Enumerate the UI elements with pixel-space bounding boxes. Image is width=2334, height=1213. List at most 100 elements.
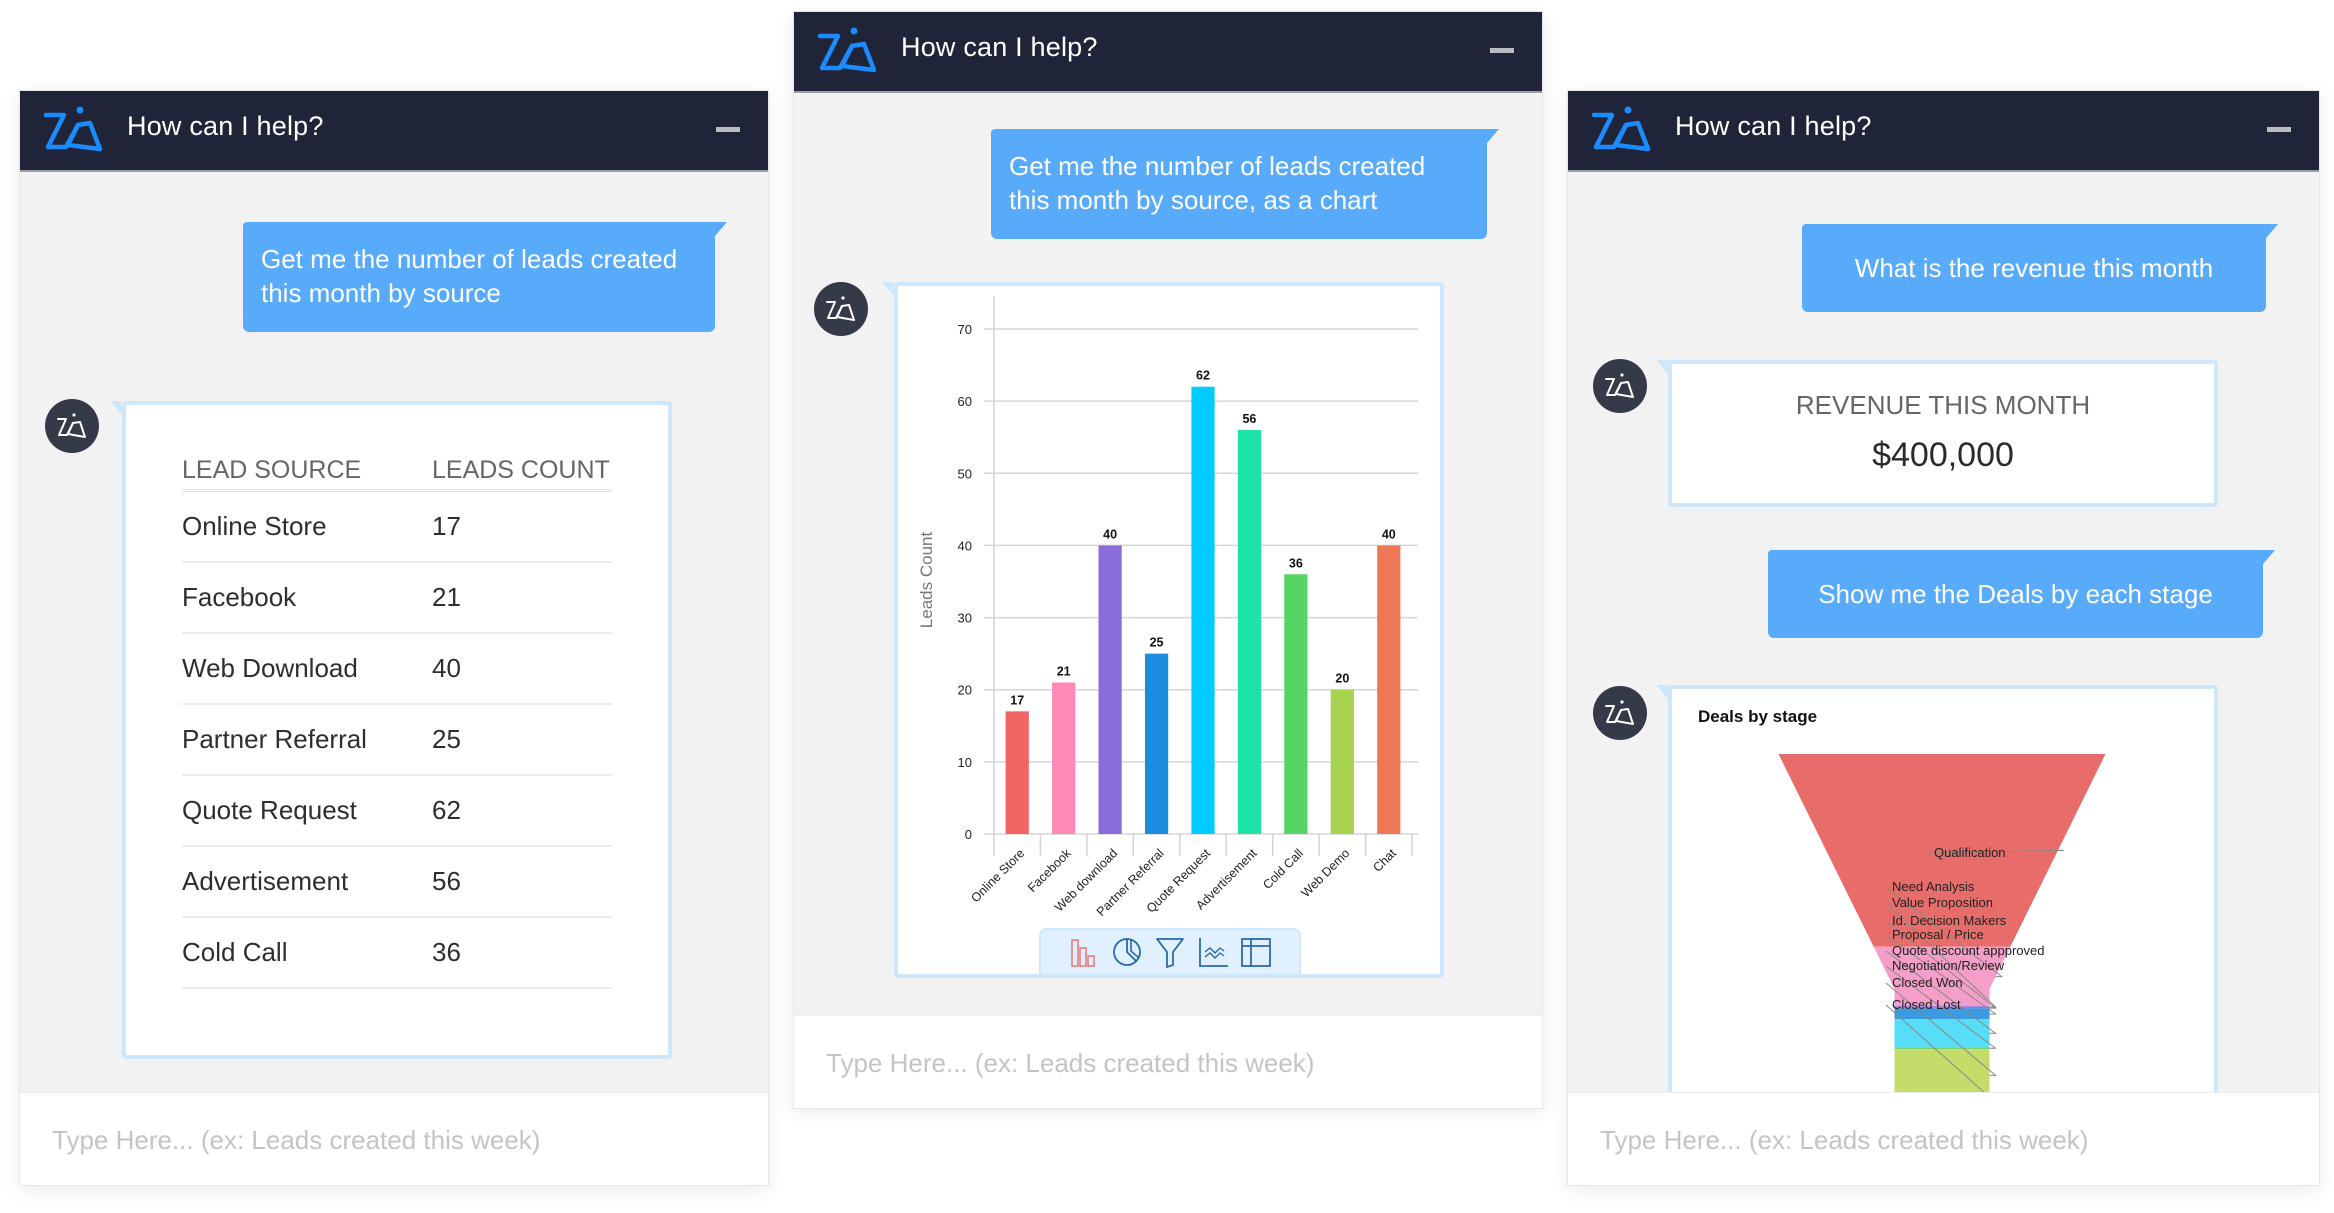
revenue-label: REVENUE THIS MONTH bbox=[1795, 390, 2091, 420]
chat-input-bar bbox=[794, 1015, 1542, 1108]
bar-chart-icon[interactable] bbox=[1068, 936, 1100, 968]
bar-value-label: 17 bbox=[1010, 693, 1024, 707]
y-tick-label: 30 bbox=[958, 611, 972, 626]
funnel-stage-label: Quote discount appproved bbox=[1892, 943, 2045, 958]
bar-value-label: 36 bbox=[1289, 556, 1303, 570]
lead-source-cell: Facebook bbox=[182, 582, 297, 612]
y-tick-label: 0 bbox=[965, 827, 972, 842]
table-row: Cold Call 36 bbox=[182, 918, 612, 989]
minimize-icon[interactable] bbox=[1490, 48, 1514, 53]
table-row: Quote Request 62 bbox=[182, 776, 612, 847]
response-table-card: LEAD SOURCE LEADS COUNT Online Store 17 Fa… bbox=[110, 401, 672, 1059]
table-row: Facebook 21 bbox=[182, 563, 612, 634]
deals-funnel-card: Deals by stage Qualification Need Analysi… bbox=[1656, 685, 2218, 1105]
y-tick-label: 50 bbox=[958, 466, 972, 481]
bar bbox=[1237, 430, 1262, 834]
revenue-value: $400,000 bbox=[1872, 436, 2014, 474]
bar-value-label: 56 bbox=[1242, 412, 1256, 426]
funnel-stage-label: Need Analysis bbox=[1892, 879, 1975, 894]
chat-header: How can I help? bbox=[794, 12, 1542, 93]
chat-input[interactable] bbox=[50, 1119, 690, 1161]
zia-logo-icon bbox=[817, 27, 877, 73]
lead-source-cell: Partner Referral bbox=[182, 724, 367, 754]
leads-count-cell: 36 bbox=[432, 937, 461, 967]
lead-source-cell: Quote Request bbox=[182, 795, 357, 825]
zia-logo-icon bbox=[43, 106, 103, 152]
chat-input-bar bbox=[20, 1092, 768, 1185]
y-tick-label: 70 bbox=[958, 322, 972, 337]
table-row: Web Download 40 bbox=[182, 634, 612, 705]
chat-input-bar bbox=[1568, 1092, 2319, 1185]
bar bbox=[1052, 682, 1076, 834]
leads-count-cell: 17 bbox=[432, 511, 461, 541]
x-tick-label: Online Store bbox=[968, 846, 1027, 905]
user-message: Get me the number of leads created this … bbox=[243, 222, 727, 332]
pie-chart-icon[interactable] bbox=[1111, 936, 1143, 968]
x-tick-label: Web Demo bbox=[1299, 846, 1353, 900]
chat-header: How can I help? bbox=[1568, 91, 2319, 172]
chat-input[interactable] bbox=[1598, 1119, 2241, 1161]
y-tick-label: 20 bbox=[958, 683, 972, 698]
zia-logo-icon bbox=[1605, 373, 1634, 398]
chat-title: How can I help? bbox=[901, 32, 1098, 62]
x-tick-label: Chat bbox=[1370, 846, 1399, 875]
zia-logo-icon bbox=[1591, 106, 1651, 152]
funnel-stage-label: Qualification bbox=[1934, 845, 2006, 860]
zia-logo-icon bbox=[826, 296, 855, 321]
bar-value-label: 21 bbox=[1057, 665, 1071, 679]
funnel-segment bbox=[1894, 1047, 1990, 1050]
bar bbox=[1144, 653, 1169, 834]
x-tick-label: Facebook bbox=[1025, 846, 1074, 895]
table-row: Online Store 17 bbox=[182, 492, 612, 563]
funnel-icon[interactable] bbox=[1154, 936, 1186, 968]
column-header: LEADS COUNT bbox=[432, 456, 610, 484]
chart-card: 0 10 20 30 40 50 60 70 Leads Count 17 Online Store… bbox=[882, 282, 1444, 978]
minimize-icon[interactable] bbox=[2267, 127, 2291, 132]
chat-input[interactable] bbox=[824, 1042, 1464, 1084]
y-tick-label: 10 bbox=[958, 755, 972, 770]
table-header: LEAD SOURCE LEADS COUNT bbox=[182, 435, 612, 492]
funnel-stage-label: Id. Decision Makers bbox=[1892, 913, 2007, 928]
zia-logo-icon bbox=[57, 413, 86, 438]
bar bbox=[1284, 574, 1308, 834]
zia-avatar bbox=[45, 399, 99, 453]
bar-value-label: 40 bbox=[1103, 527, 1117, 541]
bar-value-label: 40 bbox=[1382, 527, 1396, 541]
chat-title: How can I help? bbox=[1675, 111, 1872, 141]
chat-title: How can I help? bbox=[127, 111, 324, 141]
leads-count-cell: 62 bbox=[432, 795, 461, 825]
table-row: Partner Referral 25 bbox=[182, 705, 612, 776]
funnel-stage-label: Negotiation/Review bbox=[1892, 958, 2005, 973]
chat-panel-chart: How can I help? Get me the number of lea… bbox=[793, 11, 1543, 1109]
funnel-stage-label: Closed Won bbox=[1892, 975, 1963, 990]
leads-count-cell: 21 bbox=[432, 582, 461, 612]
chat-panel-table: How can I help? Get me the number of lea… bbox=[19, 90, 769, 1186]
lead-source-cell: Advertisement bbox=[182, 866, 349, 896]
table-row: Advertisement 56 bbox=[182, 847, 612, 918]
zia-logo-icon bbox=[1605, 700, 1634, 725]
table-icon[interactable] bbox=[1240, 936, 1272, 968]
zia-avatar bbox=[1593, 359, 1647, 413]
minimize-icon[interactable] bbox=[716, 127, 740, 132]
bar bbox=[1191, 386, 1215, 834]
bar-value-label: 62 bbox=[1196, 369, 1210, 383]
chat-header: How can I help? bbox=[20, 91, 768, 172]
lead-source-cell: Cold Call bbox=[182, 937, 288, 967]
line-chart-icon[interactable] bbox=[1197, 936, 1229, 968]
zia-avatar bbox=[814, 282, 868, 336]
deals-funnel-chart: Qualification Need AnalysisValue Proposit… bbox=[1778, 754, 2106, 1104]
user-message: Show me the Deals by each stage bbox=[1768, 550, 2275, 638]
user-message: What is the revenue this month bbox=[1802, 224, 2278, 312]
chart-type-toolbar bbox=[1039, 928, 1301, 974]
bar-value-label: 25 bbox=[1150, 636, 1164, 650]
user-message: Get me the number of leads created this … bbox=[991, 129, 1499, 239]
leads-bar-chart: 0 10 20 30 40 50 60 70 Leads Count 17 Online Store… bbox=[917, 296, 1418, 919]
zia-avatar bbox=[1593, 686, 1647, 740]
leads-count-cell: 56 bbox=[432, 866, 461, 896]
y-tick-label: 60 bbox=[958, 394, 972, 409]
leads-table: LEAD SOURCE LEADS COUNT Online Store 17 Fa… bbox=[182, 435, 612, 989]
x-tick-label: Cold Call bbox=[1260, 846, 1306, 892]
y-axis-label: Leads Count bbox=[917, 532, 936, 629]
revenue-card: REVENUE THIS MONTH $400,000 bbox=[1656, 360, 2218, 507]
bar bbox=[1098, 545, 1122, 834]
